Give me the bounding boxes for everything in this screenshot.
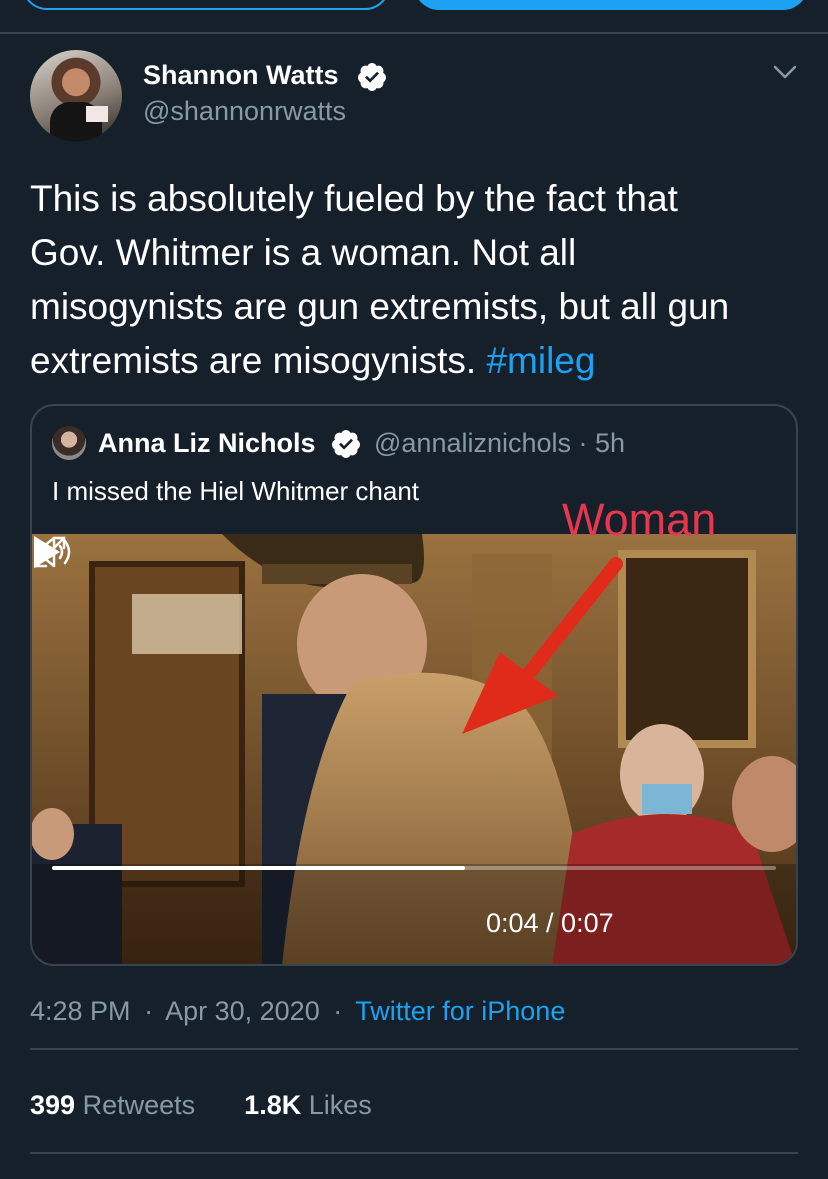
video-frame	[32, 534, 796, 964]
quoted-tweet-card[interactable]: Anna Liz Nichols @annaliznichols · 5h I …	[30, 404, 798, 966]
retweets-label: Retweets	[82, 1090, 196, 1120]
quoted-author-name[interactable]: Anna Liz Nichols	[98, 428, 316, 459]
top-outline-button[interactable]	[22, 0, 390, 10]
avatar-sign	[86, 106, 108, 122]
author-handle[interactable]: @shannonrwatts	[143, 96, 346, 127]
verified-badge-icon	[331, 430, 360, 458]
likes-stat[interactable]: 1.8K Likes	[244, 1090, 372, 1120]
tweet-stats: 399 Retweets 1.8K Likes	[30, 1090, 372, 1121]
likes-count: 1.8K	[244, 1090, 302, 1120]
likes-label: Likes	[308, 1090, 372, 1120]
quoted-tweet-text: I missed the Hiel Whitmer chant	[52, 476, 420, 506]
video-player[interactable]: 0:04 / 0:07	[32, 534, 796, 964]
meta-separator: ·	[333, 996, 343, 1026]
tweet-detail-page: Shannon Watts @shannonrwatts This is abs…	[0, 0, 828, 1179]
meta-separator: ·	[144, 996, 154, 1026]
tweet-time[interactable]: 4:28 PM	[30, 996, 131, 1026]
divider	[30, 1048, 798, 1050]
annotation-label: Woman	[562, 494, 717, 545]
hashtag-link[interactable]: #mileg	[486, 340, 595, 381]
chevron-down-icon[interactable]	[772, 62, 798, 82]
tweet-timestamp: 4:28 PM · Apr 30, 2020 · Twitter for iPh…	[30, 996, 565, 1027]
tweet-text-line: extremists are misogynists.	[30, 340, 477, 381]
tweet-text: This is absolutely fueled by the fact th…	[30, 172, 810, 388]
fullscreen-icon[interactable]	[32, 534, 68, 570]
retweets-count: 399	[30, 1090, 76, 1120]
author-name[interactable]: Shannon Watts	[143, 60, 339, 91]
retweets-stat[interactable]: 399 Retweets	[30, 1090, 195, 1120]
quoted-author-avatar[interactable]	[52, 426, 86, 460]
tweet-date[interactable]: Apr 30, 2020	[165, 996, 320, 1026]
video-progress-bar[interactable]	[52, 866, 776, 870]
top-filled-button[interactable]	[414, 0, 808, 10]
tweet-text-line: This is absolutely fueled by the fact th…	[30, 178, 678, 219]
tweet-source-link[interactable]: Twitter for iPhone	[355, 996, 565, 1026]
divider	[30, 1152, 798, 1154]
tweet-text-line: Gov. Whitmer is a woman. Not all	[30, 232, 577, 273]
video-progress-fill	[52, 866, 465, 870]
verified-badge-icon	[357, 63, 386, 91]
tweet-text-last-line: extremists are misogynists. #mileg	[30, 334, 810, 388]
tweet-text-line: misogynists are gun extremists, but all …	[30, 286, 730, 327]
quoted-author-handle[interactable]: @annaliznichols · 5h	[374, 428, 625, 459]
video-time: 0:04 / 0:07	[486, 908, 614, 938]
author-avatar[interactable]	[30, 50, 122, 142]
top-divider	[0, 32, 828, 34]
